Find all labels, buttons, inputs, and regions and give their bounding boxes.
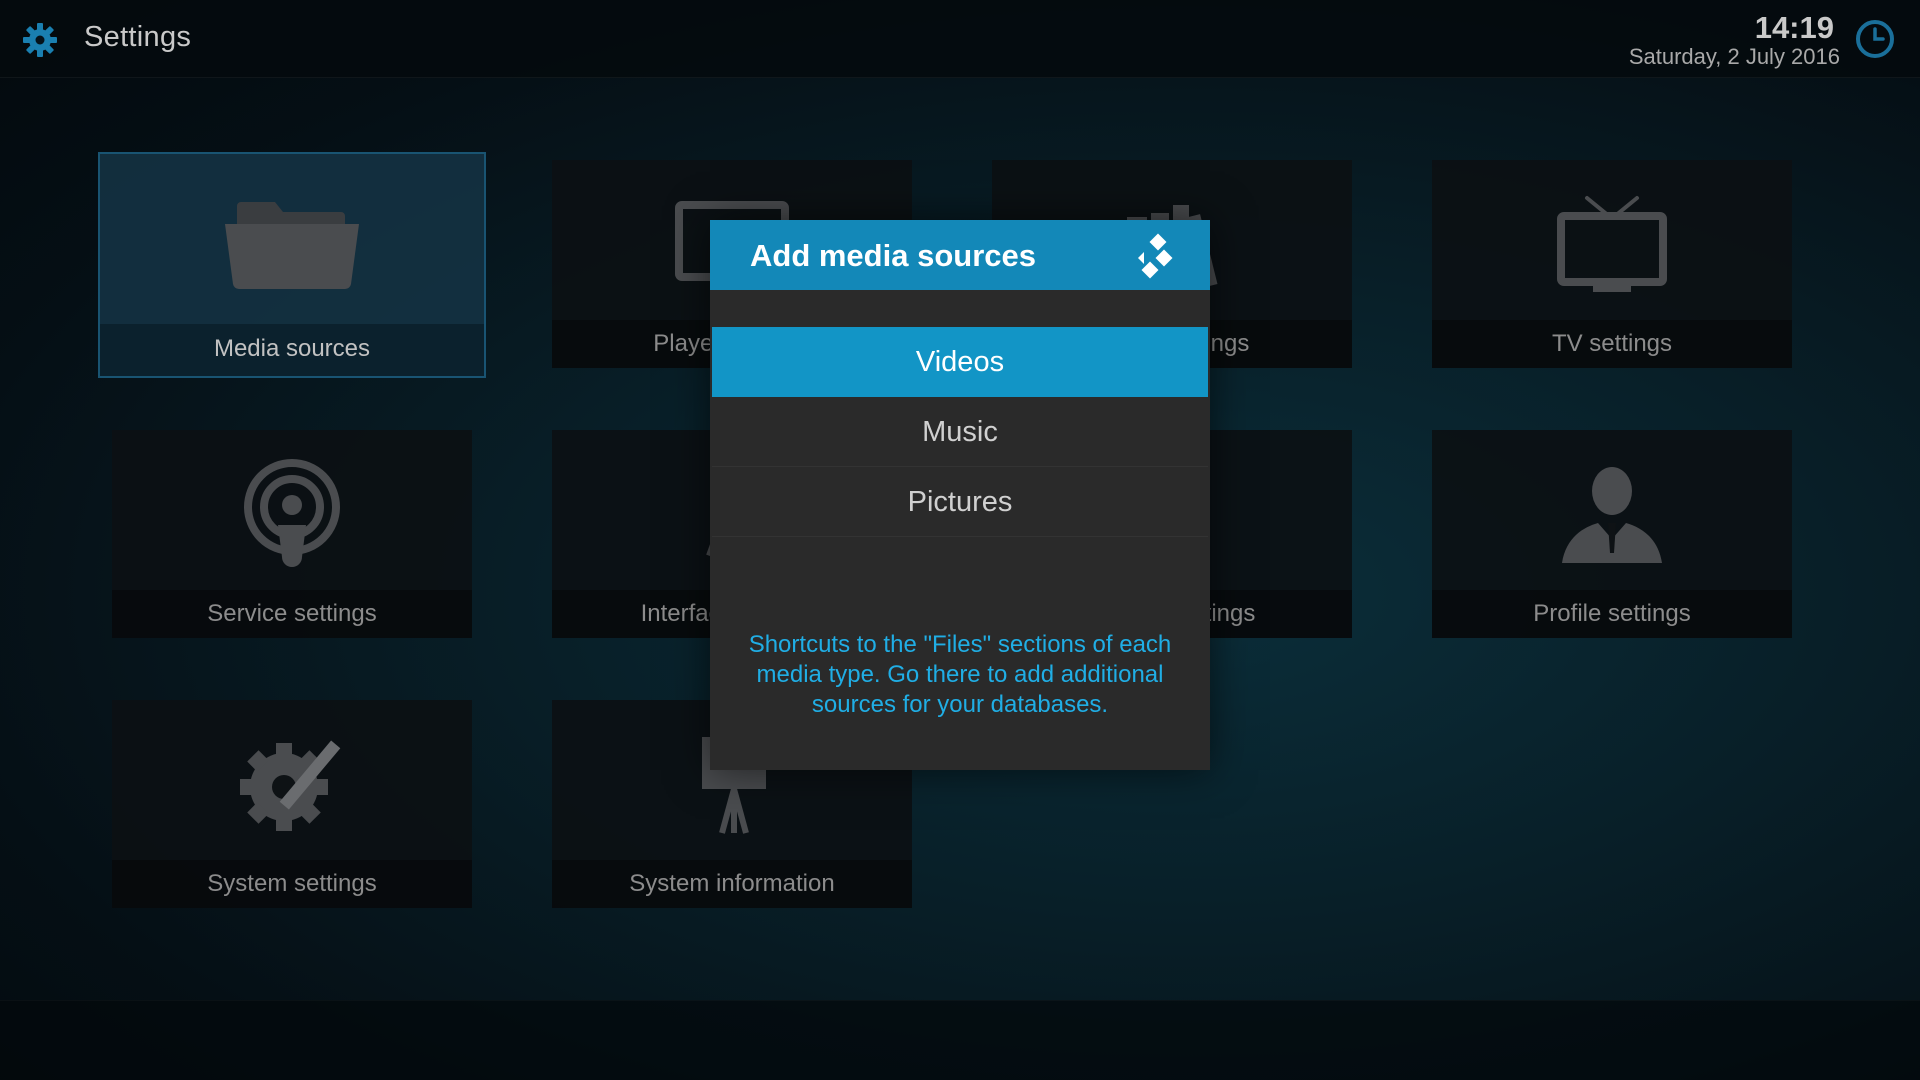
dialog-title: Add media sources xyxy=(750,238,1036,273)
tile-tv-settings[interactable]: TV settings xyxy=(1432,160,1792,368)
clock-icon xyxy=(1856,20,1894,58)
dialog-help-text: Shortcuts to the "Files" sections of eac… xyxy=(748,631,1172,718)
gear-tools-icon xyxy=(240,740,341,831)
tile-service-settings[interactable]: Service settings xyxy=(112,430,472,638)
dialog-header: Add media sources xyxy=(710,220,1210,290)
tile-label: System information xyxy=(552,860,912,908)
tile-label: System settings xyxy=(112,860,472,908)
folder-icon xyxy=(225,202,359,290)
page-title: Settings xyxy=(84,21,192,53)
add-media-sources-dialog: Add media sources Videos Music Pictures … xyxy=(710,220,1210,770)
gear-icon[interactable] xyxy=(22,22,58,58)
dialog-list: Videos Music Pictures xyxy=(712,327,1208,537)
tile-label: Profile settings xyxy=(1432,590,1792,638)
tile-label: Service settings xyxy=(112,590,472,638)
dialog-item-music[interactable]: Music xyxy=(712,397,1208,467)
bottom-bar xyxy=(0,1000,1920,1080)
tile-system-settings[interactable]: System settings xyxy=(112,700,472,908)
tile-profile-settings[interactable]: Profile settings xyxy=(1432,430,1792,638)
podcast-icon xyxy=(244,459,340,567)
clock-date: Saturday, 2 July 2016 xyxy=(1628,44,1840,69)
tile-label: Media sources xyxy=(100,324,484,376)
tile-label: TV settings xyxy=(1432,320,1792,368)
person-icon xyxy=(1562,467,1662,563)
dialog-item-videos[interactable]: Videos xyxy=(712,327,1208,397)
tile-media-sources[interactable]: Media sources xyxy=(98,152,486,378)
dialog-item-pictures[interactable]: Pictures xyxy=(712,467,1208,537)
kodi-logo-icon xyxy=(1138,233,1173,279)
top-bar: Settings 14:19 Saturday, 2 July 2016 xyxy=(0,0,1920,78)
clock-time: 14:19 xyxy=(1754,10,1834,45)
tv-icon xyxy=(1557,196,1667,292)
